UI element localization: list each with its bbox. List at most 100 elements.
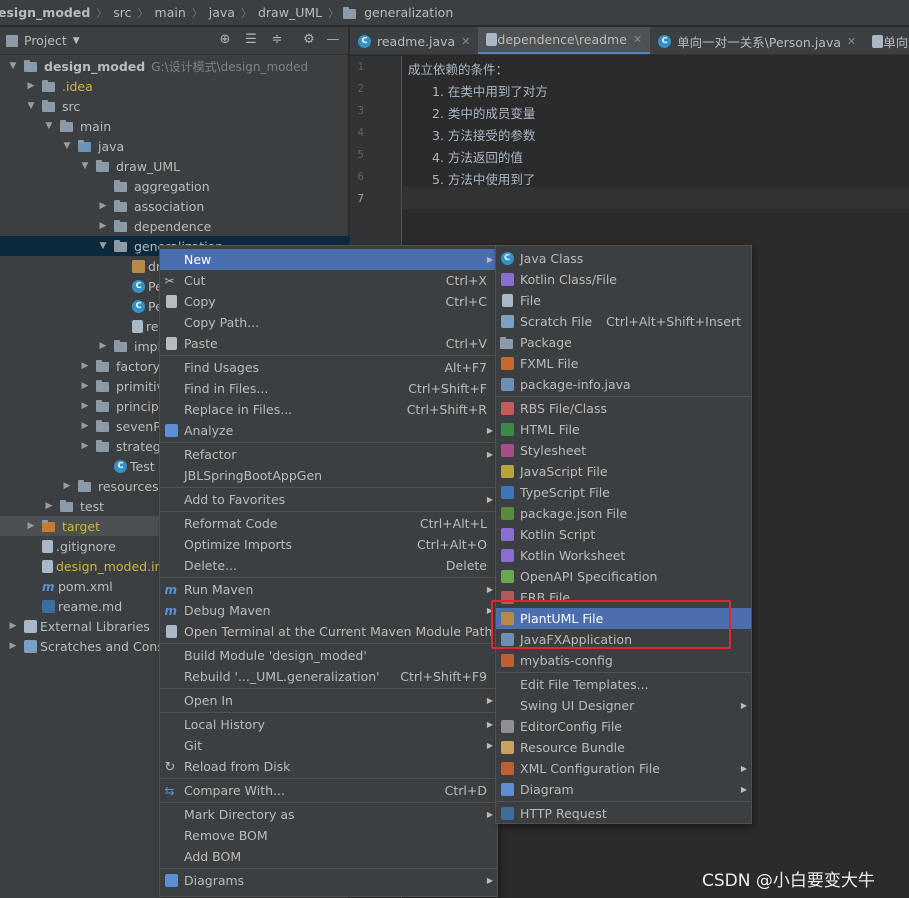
code-line[interactable]: 1. 在类中用到了对方 — [432, 81, 548, 100]
menu-item[interactable]: HTML File — [496, 419, 751, 440]
chevron-right-icon[interactable]: ▶ — [78, 421, 92, 431]
chevron-right-icon[interactable]: ▶ — [60, 481, 74, 491]
breadcrumb-item[interactable]: generalization — [360, 5, 457, 20]
tree-row[interactable]: ▶ dependence — [0, 216, 349, 236]
menu-item[interactable]: Stylesheet — [496, 440, 751, 461]
chevron-right-icon[interactable]: ▶ — [96, 201, 110, 211]
chevron-down-icon[interactable]: ▼ — [42, 121, 56, 131]
menu-item[interactable]: Swing UI Designer ▶ — [496, 695, 751, 716]
tree-row[interactable]: ▶ .idea — [0, 76, 349, 96]
menu-item[interactable]: Analyze ▶ — [160, 420, 497, 441]
menu-item[interactable]: HTTP Request — [496, 803, 751, 824]
tree-row[interactable]: ▼ draw_UML — [0, 156, 349, 176]
menu-item[interactable]: Mark Directory as ▶ — [160, 804, 497, 825]
chevron-right-icon[interactable]: ▶ — [24, 81, 38, 91]
tab-3[interactable]: 单向一 — [864, 27, 909, 54]
chevron-right-icon[interactable]: ▶ — [96, 341, 110, 351]
menu-item[interactable]: OpenAPI Specification — [496, 566, 751, 587]
code-line[interactable]: 3. 方法接受的参数 — [432, 125, 535, 144]
menu-item[interactable]: C Java Class — [496, 248, 751, 269]
expand-all-icon[interactable]: ☰ — [244, 33, 258, 47]
context-menu[interactable]: New ▶ ✂ Cut Ctrl+X Copy Ctrl+C Copy Path... Past… — [159, 245, 498, 897]
menu-item[interactable]: Kotlin Worksheet — [496, 545, 751, 566]
code-line[interactable]: 2. 类中的成员变量 — [432, 103, 535, 122]
chevron-right-icon[interactable]: ▶ — [96, 221, 110, 231]
close-icon[interactable]: ✕ — [847, 35, 856, 48]
gear-icon[interactable]: ⚙ — [302, 33, 316, 47]
menu-item[interactable]: Optimize Imports Ctrl+Alt+O — [160, 534, 497, 555]
menu-item[interactable]: Resource Bundle — [496, 737, 751, 758]
tree-row[interactable]: ▶ association — [0, 196, 349, 216]
menu-item[interactable]: Scratch File Ctrl+Alt+Shift+Insert — [496, 311, 751, 332]
chevron-right-icon[interactable]: ▶ — [6, 641, 20, 651]
tab-2[interactable]: C 单向一对一关系\Person.java ✕ — [650, 27, 864, 54]
menu-item[interactable]: Find Usages Alt+F7 — [160, 357, 497, 378]
code-line[interactable]: 5. 方法中使用到了 — [432, 169, 535, 188]
menu-item[interactable]: JBLSpringBootAppGen — [160, 465, 497, 486]
menu-item[interactable]: package.json File — [496, 503, 751, 524]
collapse-all-icon[interactable]: ≑ — [270, 33, 284, 47]
new-submenu[interactable]: C Java Class Kotlin Class/File File Scratch … — [495, 245, 752, 824]
menu-item[interactable]: FXML File — [496, 353, 751, 374]
tab-1[interactable]: dependence\readme ✕ — [478, 27, 651, 54]
menu-item[interactable]: Build Module 'design_moded' — [160, 645, 497, 666]
menu-item[interactable]: Add BOM — [160, 846, 497, 867]
tab-0[interactable]: Creadme.java ✕ — [350, 27, 478, 54]
chevron-down-icon[interactable]: ▼ — [6, 61, 20, 71]
menu-item[interactable]: Open In ▶ — [160, 690, 497, 711]
menu-item[interactable]: EditorConfig File — [496, 716, 751, 737]
menu-item[interactable]: File — [496, 290, 751, 311]
chevron-right-icon[interactable]: ▶ — [42, 501, 56, 511]
breadcrumb-item[interactable]: esign_moded — [0, 5, 94, 20]
menu-item[interactable]: Local History ▶ — [160, 714, 497, 735]
chevron-down-icon[interactable]: ▼ — [60, 141, 74, 151]
menu-item[interactable]: Kotlin Script — [496, 524, 751, 545]
chevron-down-icon[interactable]: ▼ — [73, 36, 80, 46]
tree-row[interactable]: ▼ java — [0, 136, 349, 156]
breadcrumb-item[interactable]: java — [205, 5, 239, 20]
menu-item[interactable]: Replace in Files... Ctrl+Shift+R — [160, 399, 497, 420]
menu-item[interactable]: Diagram ▶ — [496, 779, 751, 800]
menu-item[interactable]: Open Terminal at the Current Maven Modul… — [160, 621, 497, 642]
code-line[interactable]: 成立依赖的条件： — [408, 59, 508, 78]
close-icon[interactable]: ✕ — [461, 35, 470, 48]
menu-item[interactable]: RBS File/Class — [496, 398, 751, 419]
menu-item[interactable]: Remove BOM — [160, 825, 497, 846]
menu-item[interactable]: Copy Path... — [160, 312, 497, 333]
tree-row[interactable]: ▼ src — [0, 96, 349, 116]
chevron-down-icon[interactable]: ▼ — [24, 101, 38, 111]
locate-target-icon[interactable]: ⊕ — [218, 33, 232, 47]
chevron-right-icon[interactable]: ▶ — [78, 401, 92, 411]
menu-item[interactable]: Kotlin Class/File — [496, 269, 751, 290]
menu-item[interactable]: ✂ Cut Ctrl+X — [160, 270, 497, 291]
close-icon[interactable]: ✕ — [633, 33, 642, 46]
chevron-down-icon[interactable]: ▼ — [78, 161, 92, 171]
menu-item[interactable]: Edit File Templates... — [496, 674, 751, 695]
menu-item[interactable]: Rebuild '..._UML.generalization' Ctrl+Shi… — [160, 666, 497, 687]
menu-item[interactable]: mybatis-config — [496, 650, 751, 671]
menu-item[interactable]: Git ▶ — [160, 735, 497, 756]
chevron-right-icon[interactable]: ▶ — [78, 361, 92, 371]
menu-item[interactable]: TypeScript File — [496, 482, 751, 503]
chevron-right-icon[interactable]: ▶ — [78, 441, 92, 451]
breadcrumb-item[interactable]: main — [151, 5, 190, 20]
menu-item[interactable]: Find in Files... Ctrl+Shift+F — [160, 378, 497, 399]
menu-item[interactable]: ⇆ Compare With... Ctrl+D — [160, 780, 497, 801]
tree-row[interactable]: aggregation — [0, 176, 349, 196]
chevron-right-icon[interactable]: ▶ — [78, 381, 92, 391]
menu-item[interactable]: Delete... Delete — [160, 555, 497, 576]
menu-item[interactable]: JavaScript File — [496, 461, 751, 482]
menu-item[interactable]: package-info.java — [496, 374, 751, 395]
menu-item[interactable]: Package — [496, 332, 751, 353]
menu-item[interactable]: Add to Favorites ▶ — [160, 489, 497, 510]
chevron-down-icon[interactable]: ▼ — [96, 241, 110, 251]
code-line[interactable]: 4. 方法返回的值 — [432, 147, 523, 166]
tree-row[interactable]: ▼ design_moded G:\设计模式\design_moded — [0, 56, 349, 76]
project-view-selector[interactable]: Project — [24, 33, 67, 48]
menu-item[interactable]: Paste Ctrl+V — [160, 333, 497, 354]
chevron-right-icon[interactable]: ▶ — [6, 621, 20, 631]
menu-item[interactable]: Diagrams ▶ — [160, 870, 497, 891]
menu-item[interactable]: ↻ Reload from Disk — [160, 756, 497, 777]
menu-item[interactable]: m Run Maven ▶ — [160, 579, 497, 600]
breadcrumb-item[interactable]: src — [109, 5, 135, 20]
